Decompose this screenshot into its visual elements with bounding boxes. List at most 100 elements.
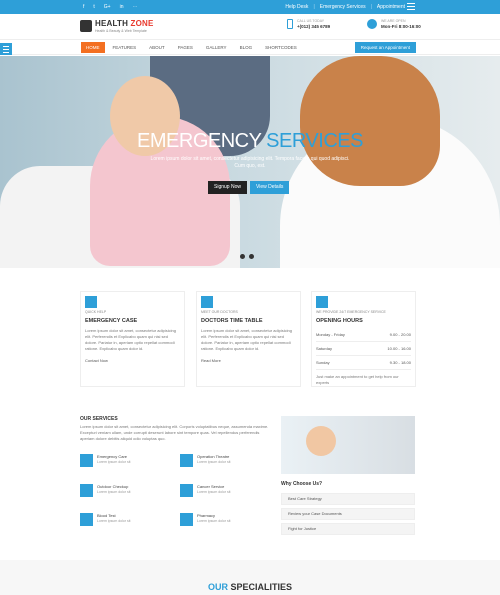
services-text: Lorem ipsum dolor sit amet, consectetur … xyxy=(80,424,269,441)
service-item[interactable]: Operation Theatre Lorem ipsum dolor sit xyxy=(180,454,230,467)
doctors-card: MEET OUR DOCTORS DOCTORS TIME TABLE Lore… xyxy=(196,291,301,387)
view-details-button[interactable]: View Details xyxy=(250,181,290,194)
nav-blog[interactable]: BLOG xyxy=(235,42,258,53)
nav-features[interactable]: FEATURES xyxy=(108,42,142,53)
specialities-title-b: SPECIALITIES xyxy=(230,582,293,592)
hours-card: WE PROVIDE 24/7 EMERGENCY SERVICE OPENIN… xyxy=(311,291,416,387)
more-icon[interactable]: ⋯ xyxy=(133,3,138,11)
heart-monitor-icon xyxy=(85,296,97,308)
services-title: OUR SERVICES xyxy=(80,416,118,422)
hero-title-b: SERVICES xyxy=(266,130,363,152)
card-title: OPENING HOURS xyxy=(316,318,363,324)
specialities-title: OUR SPECIALITIES xyxy=(0,582,500,592)
open-info: WE ARE OPEN Mon-Fri 8:00-16:00 xyxy=(367,19,421,29)
nav-gallery[interactable]: GALLERY xyxy=(201,42,232,53)
service-item[interactable]: Outdoor Checkup Lorem ipsum dolor sit xyxy=(80,484,130,497)
facebook-icon[interactable]: f xyxy=(83,3,84,11)
hero-slider: EMERGENCY SERVICES Lorem ipsum dolor sit… xyxy=(0,56,500,268)
service-desc: Lorem ipsum dolor sit xyxy=(97,490,131,494)
card-text: Just make an appointment to get help fro… xyxy=(316,374,399,385)
hours-time: 10.00 - 16.00 xyxy=(387,346,411,351)
nav-shortcodes[interactable]: SHORTCODES xyxy=(260,42,302,53)
ambulance-icon xyxy=(80,454,93,467)
card-kicker: MEET OUR DOCTORS xyxy=(201,310,238,314)
service-name: Pharmacy xyxy=(197,513,216,518)
clock-icon xyxy=(367,19,377,29)
divider: | xyxy=(313,4,315,10)
main-nav: HOME FEATURES ABOUT PAGES GALLERY BLOG S… xyxy=(0,40,500,55)
service-name: Outdoor Checkup xyxy=(97,484,129,489)
request-appointment-button[interactable]: Request an Appointment xyxy=(354,42,416,53)
signup-button[interactable]: Signup Now xyxy=(208,181,247,194)
open-hours: Mon-Fri 8:00-16:00 xyxy=(381,24,421,29)
specialities-title-a: OUR xyxy=(207,582,228,592)
service-desc: Lorem ipsum dolor sit xyxy=(197,490,231,494)
header: HEALTH ZONE Health & Beauty & Web Templa… xyxy=(0,14,500,40)
logo-subtitle: Health & Beauty & Web Template xyxy=(95,29,147,33)
service-desc: Lorem ipsum dolor sit xyxy=(197,460,231,464)
logo-brand-accent: ZONE xyxy=(130,19,154,28)
service-name: Operation Theatre xyxy=(197,454,230,459)
help-desk-link[interactable]: Help Desk xyxy=(285,3,308,11)
nav-pages[interactable]: PAGES xyxy=(173,42,198,53)
service-item[interactable]: Emergency Care Lorem ipsum dolor sit xyxy=(80,454,130,467)
divider: | xyxy=(370,4,372,10)
hours-day: Saturday xyxy=(316,346,333,351)
google-plus-icon[interactable]: G+ xyxy=(104,3,111,11)
service-item[interactable]: Cancer Service Lorem ipsum dolor sit xyxy=(180,484,230,497)
doctor-child-photo xyxy=(281,416,415,474)
card-title: EMERGENCY CASE xyxy=(85,318,138,324)
slider-dot[interactable] xyxy=(249,254,254,259)
hours-time: 9.30 - 18.00 xyxy=(389,360,411,365)
nav-about[interactable]: ABOUT xyxy=(144,42,170,53)
service-desc: Lorem ipsum dolor sit xyxy=(97,460,131,464)
service-name: Blood Test xyxy=(97,513,116,518)
twitter-icon[interactable]: t xyxy=(93,3,94,11)
appointment-link[interactable]: Appointment xyxy=(377,3,405,11)
logo[interactable]: HEALTH ZONE Health & Beauty & Web Templa… xyxy=(80,19,154,33)
slider-dot[interactable] xyxy=(240,254,245,259)
service-item[interactable]: Pharmacy Lorem ipsum dolor sit xyxy=(180,513,230,526)
card-kicker: WE PROVIDE 24/7 EMERGENCY SERVICE xyxy=(316,310,386,314)
card-title: DOCTORS TIME TABLE xyxy=(201,318,263,324)
service-name: Emergency Care xyxy=(97,454,128,459)
slider-dots xyxy=(240,254,254,259)
card-text: Lorem ipsum dolor sit amet, consectetur … xyxy=(201,328,292,351)
why-choose-title: Why Choose Us? xyxy=(281,481,323,487)
top-bar: f t G+ in ⋯ Help Desk | Emergency Servic… xyxy=(0,0,500,14)
accordion-item[interactable]: Fight for Justice xyxy=(281,523,415,535)
linkedin-icon[interactable]: in xyxy=(120,3,124,11)
accordion-item[interactable]: Best Care Strategy xyxy=(281,493,415,505)
service-desc: Lorem ipsum dolor sit xyxy=(97,519,131,523)
logo-icon xyxy=(80,20,92,32)
open-label: WE ARE OPEN xyxy=(381,19,406,23)
hours-day: Sunday xyxy=(316,360,330,365)
hero-title: EMERGENCY SERVICES xyxy=(0,130,500,153)
call-label: CALL US TODAY xyxy=(297,19,325,23)
hours-day: Monday - Friday xyxy=(316,332,345,337)
clock-icon xyxy=(316,296,328,308)
photo-child xyxy=(306,426,336,456)
cancer-icon xyxy=(180,484,193,497)
nav-home[interactable]: HOME xyxy=(81,42,105,53)
settings-toggle-icon[interactable] xyxy=(0,43,12,55)
accordion-item[interactable]: Review your Case Documents xyxy=(281,508,415,520)
menu-icon[interactable] xyxy=(407,3,415,10)
contact-now-link[interactable]: Contact Now xyxy=(85,358,180,363)
blood-drop-icon xyxy=(80,513,93,526)
call-info: CALL US TODAY +(012) 345 6789 xyxy=(287,19,330,29)
hero-subtitle: Lorem ipsum dolor sit amet, consectetur … xyxy=(150,156,350,169)
emergency-services-link[interactable]: Emergency Services xyxy=(320,3,366,11)
read-more-link[interactable]: Read More xyxy=(201,358,296,363)
logo-brand: HEALTH xyxy=(95,19,129,28)
hero-title-a: EMERGENCY xyxy=(137,130,262,152)
hours-time: 9.00 - 20.00 xyxy=(389,332,411,337)
service-item[interactable]: Blood Test Lorem ipsum dolor sit xyxy=(80,513,130,526)
call-number[interactable]: +(012) 345 6789 xyxy=(297,24,330,29)
doctor-icon xyxy=(201,296,213,308)
emergency-card: QUICK HELP EMERGENCY CASE Lorem ipsum do… xyxy=(80,291,185,387)
hours-table: Monday - Friday 9.00 - 20.00 Saturday 10.0… xyxy=(316,328,411,370)
operation-icon xyxy=(180,454,193,467)
service-desc: Lorem ipsum dolor sit xyxy=(197,519,231,523)
social-links: f t G+ in ⋯ xyxy=(83,3,138,11)
